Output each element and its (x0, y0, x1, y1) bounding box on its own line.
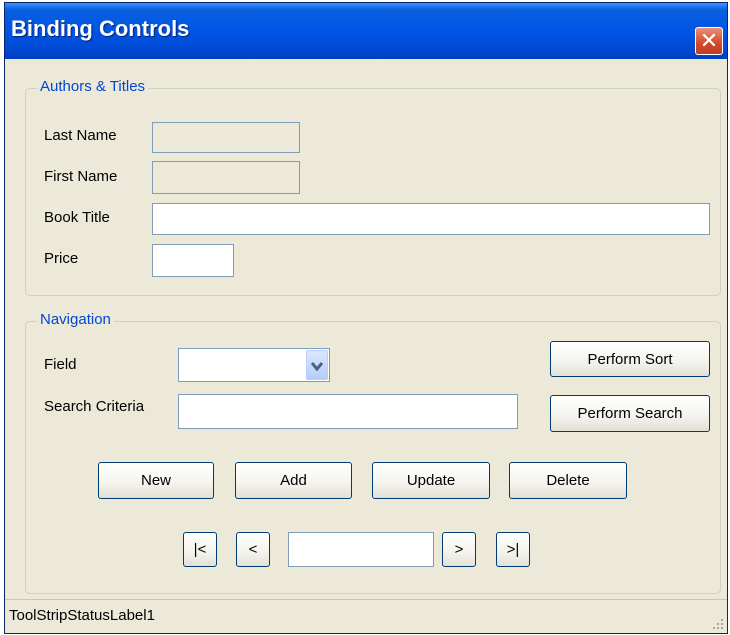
perform-sort-button[interactable]: Perform Sort (550, 341, 710, 377)
price-input[interactable] (152, 244, 234, 277)
field-select-dropdown-button[interactable] (306, 350, 328, 380)
binding-controls-window: Binding Controls ✕ Authors & Titles Last… (4, 2, 728, 634)
add-button[interactable]: Add (235, 462, 352, 499)
navigation-group: Navigation Field Search Criteria Perform… (25, 311, 721, 594)
close-button[interactable]: ✕ (695, 27, 723, 55)
search-criteria-input[interactable] (178, 394, 518, 429)
field-select[interactable] (178, 348, 330, 382)
last-name-label: Last Name (44, 127, 117, 144)
resize-grip-icon[interactable] (712, 618, 724, 630)
delete-button[interactable]: Delete (509, 462, 627, 499)
authors-titles-group: Authors & Titles Last Name First Name Bo… (25, 78, 721, 296)
status-bar: ToolStripStatusLabel1 (5, 599, 727, 633)
authors-titles-legend: Authors & Titles (37, 78, 149, 96)
next-record-button[interactable]: > (442, 532, 476, 567)
new-button[interactable]: New (98, 462, 214, 499)
book-title-label: Book Title (44, 209, 110, 226)
first-name-input[interactable] (152, 161, 300, 194)
perform-search-button[interactable]: Perform Search (550, 395, 710, 432)
book-title-input[interactable] (152, 203, 710, 235)
price-label: Price (44, 250, 79, 267)
last-record-button[interactable]: >| (496, 532, 530, 567)
navigation-legend: Navigation (37, 311, 114, 329)
search-criteria-label: Search Criteria (44, 398, 145, 415)
status-label: ToolStripStatusLabel1 (9, 607, 155, 624)
chevron-down-icon (310, 362, 324, 372)
field-label: Field (44, 356, 77, 373)
window-title: Binding Controls (11, 16, 190, 41)
update-button[interactable]: Update (372, 462, 490, 499)
first-record-button[interactable]: |< (183, 532, 217, 567)
title-bar[interactable]: Binding Controls ✕ (5, 3, 727, 59)
last-name-input[interactable] (152, 122, 300, 153)
previous-record-button[interactable]: < (236, 532, 270, 567)
record-position-input[interactable] (288, 532, 434, 567)
first-name-label: First Name (44, 168, 118, 185)
close-icon: ✕ (699, 28, 719, 53)
